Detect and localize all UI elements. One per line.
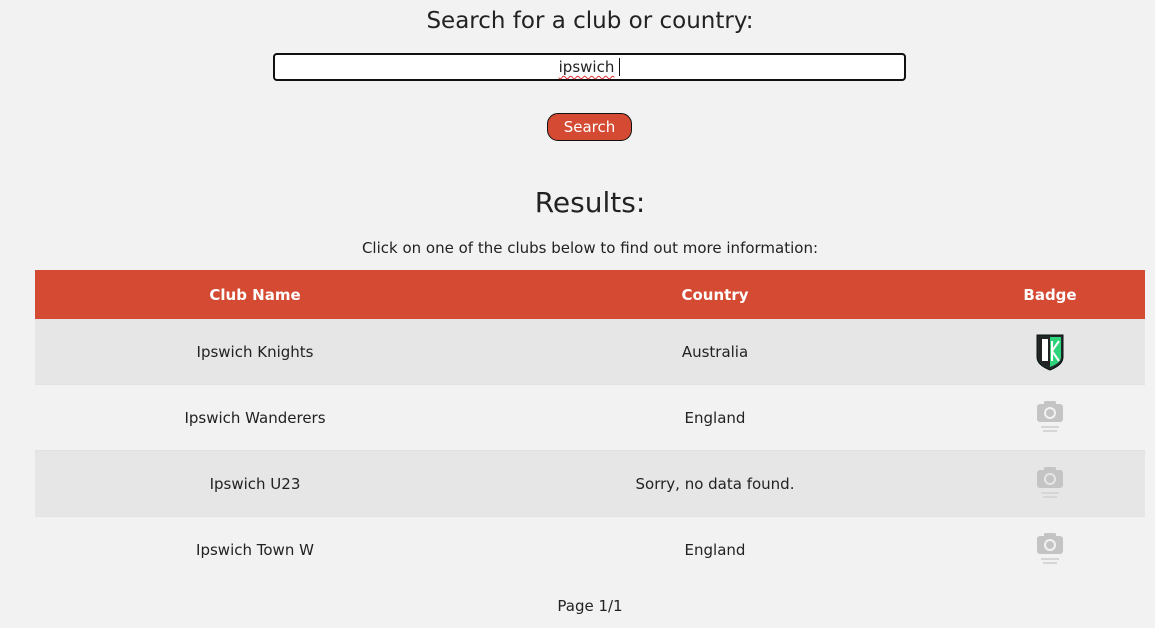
pagination-label: Page 1/1 bbox=[557, 597, 623, 615]
column-header-badge: Badge bbox=[1023, 285, 1077, 304]
badge-cell bbox=[955, 465, 1145, 503]
results-table: Club Name Country Badge Ipswich Knights … bbox=[35, 270, 1145, 582]
page: Search for a club or country: ipswich Se… bbox=[0, 0, 1155, 628]
column-header-club-name: Club Name bbox=[209, 285, 301, 304]
search-button[interactable]: Search bbox=[547, 113, 632, 141]
search-input[interactable]: ipswich bbox=[273, 53, 906, 81]
club-name-cell: Ipswich U23 bbox=[209, 474, 301, 493]
search-input-value: ipswich bbox=[558, 58, 615, 76]
table-row[interactable]: Ipswich U23 Sorry, no data found. bbox=[35, 450, 1145, 516]
club-name-cell: Ipswich Knights bbox=[196, 342, 314, 361]
image-not-available-icon bbox=[1037, 532, 1063, 564]
ipswich-knights-badge-icon bbox=[1036, 334, 1064, 371]
country-cell: England bbox=[684, 540, 746, 559]
club-name-cell: Ipswich Wanderers bbox=[184, 408, 326, 427]
results-subtitle: Click on one of the clubs below to find … bbox=[361, 239, 819, 257]
table-row[interactable]: Ipswich Wanderers England bbox=[35, 384, 1145, 450]
badge-cell bbox=[955, 399, 1145, 437]
table-row[interactable]: Ipswich Knights Australia bbox=[35, 319, 1145, 384]
text-caret bbox=[619, 58, 621, 76]
search-heading: Search for a club or country: bbox=[426, 8, 754, 34]
results-title: Results: bbox=[534, 186, 646, 219]
country-cell: England bbox=[684, 408, 746, 427]
club-name-cell: Ipswich Town W bbox=[196, 540, 314, 559]
image-not-available-icon bbox=[1037, 400, 1063, 432]
badge-cell bbox=[955, 333, 1145, 371]
column-header-country: Country bbox=[681, 285, 749, 304]
badge-cell bbox=[955, 531, 1145, 569]
image-not-available-icon bbox=[1037, 466, 1063, 498]
table-header: Club Name Country Badge bbox=[35, 270, 1145, 319]
table-body: Ipswich Knights Australia Ipswich Wander… bbox=[35, 319, 1145, 582]
country-cell: Australia bbox=[681, 342, 749, 361]
country-cell: Sorry, no data found. bbox=[635, 474, 795, 493]
table-row[interactable]: Ipswich Town W England bbox=[35, 516, 1145, 582]
